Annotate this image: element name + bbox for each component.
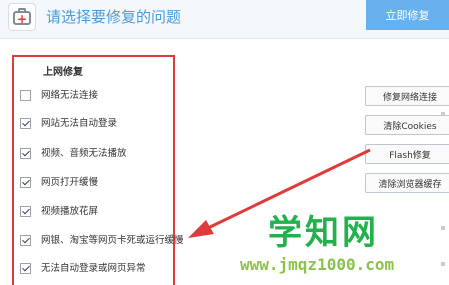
watermark-logo: 学知网 <box>268 213 379 253</box>
watermark-url: www.jmqz1000.com <box>240 255 395 274</box>
red-arrow-icon <box>188 148 371 238</box>
